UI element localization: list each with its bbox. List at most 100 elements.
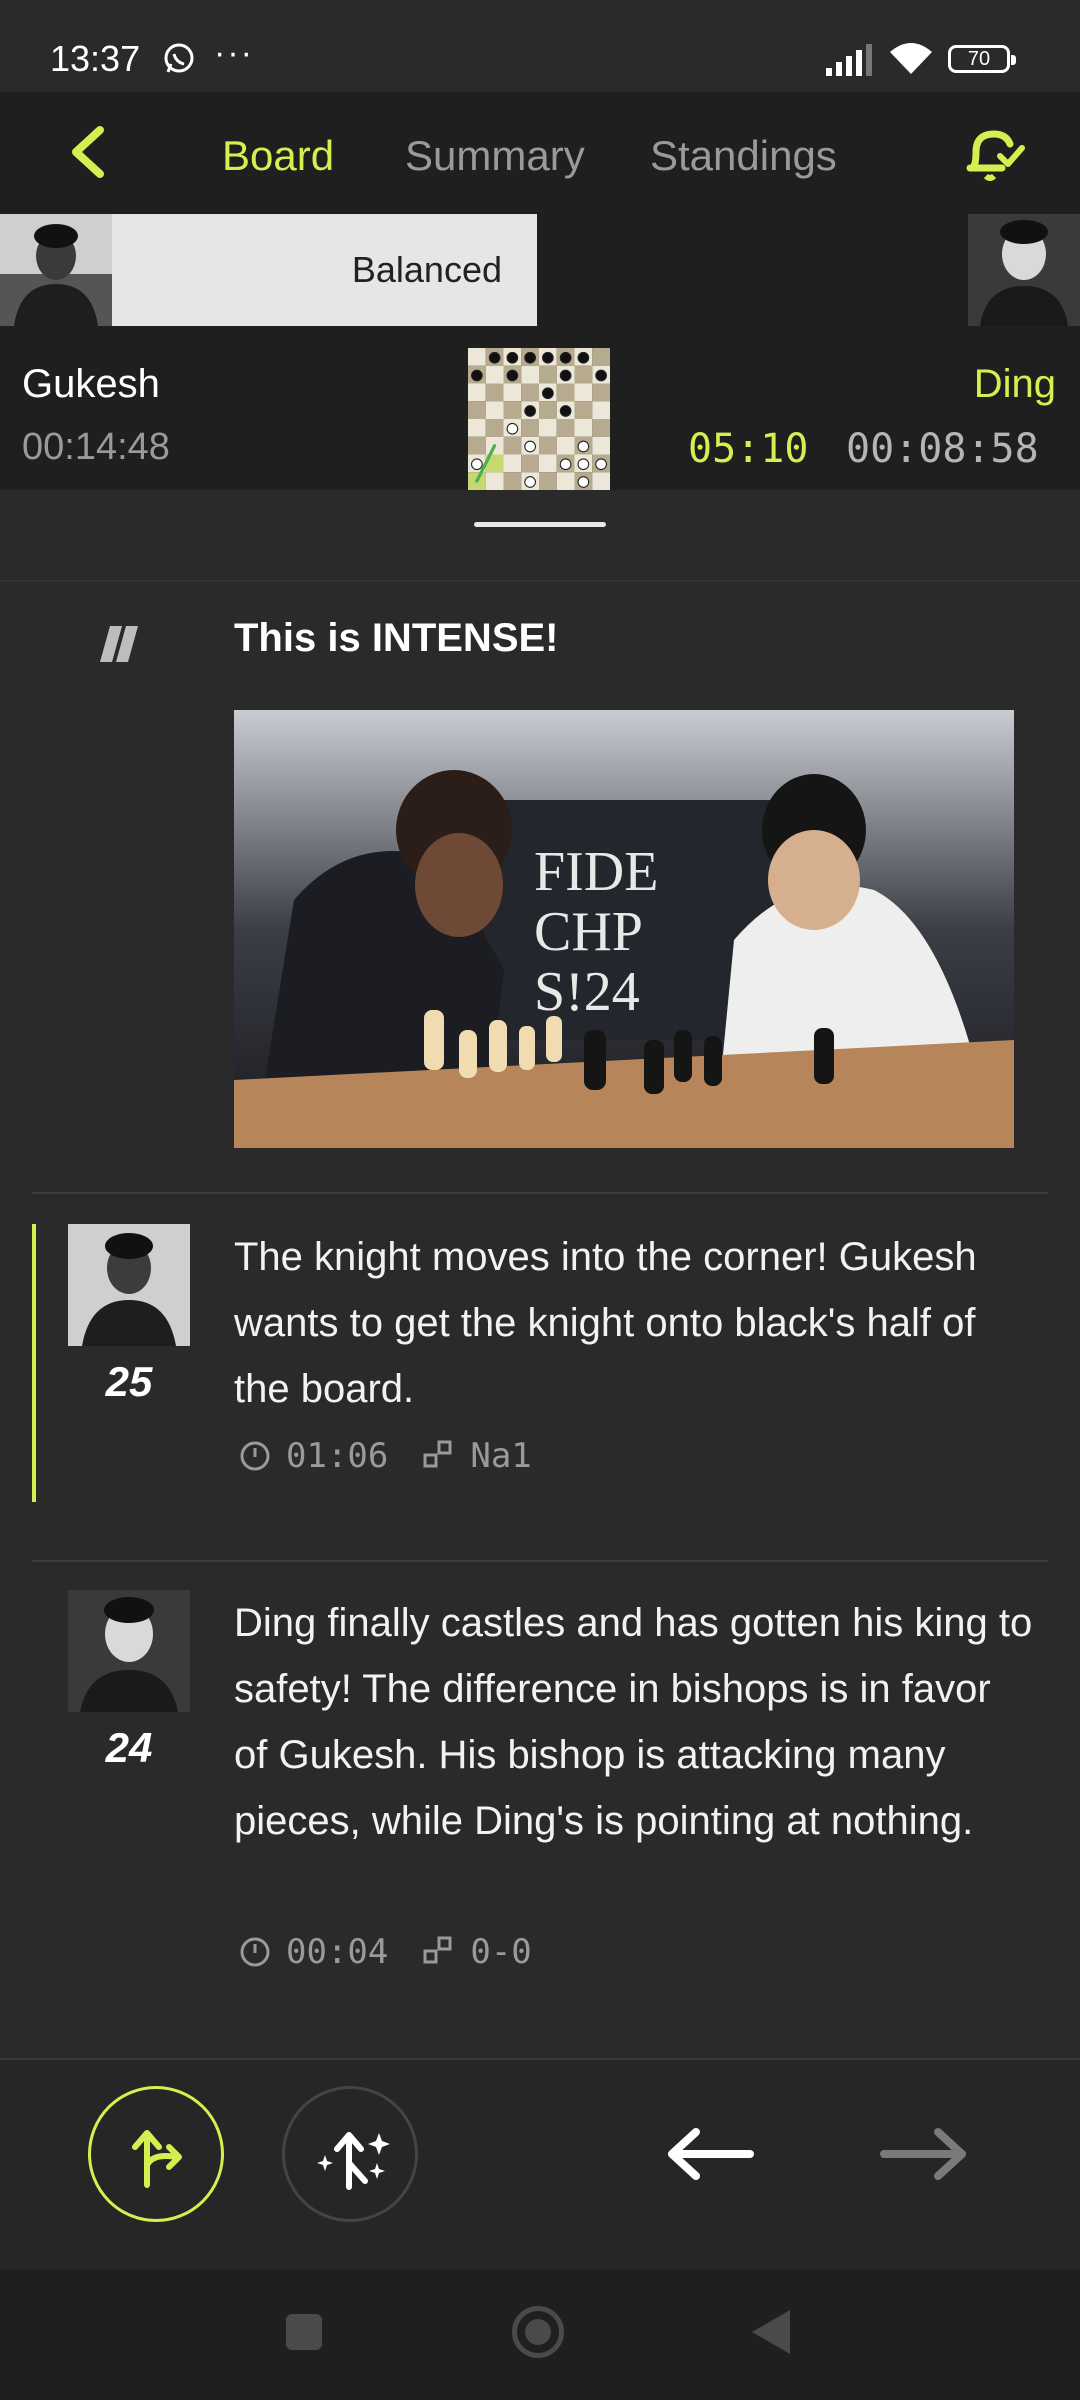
tab-summary[interactable]: Summary	[405, 132, 585, 180]
board-square	[539, 472, 557, 490]
chess-piece	[577, 458, 590, 471]
comment-meta: 01:06 Na1	[238, 1436, 532, 1476]
chess-piece	[559, 458, 572, 471]
highlight-post: This is INTENSE! FIDE CHP S!24	[0, 584, 1080, 1194]
clock-icon	[240, 1937, 270, 1967]
board-square	[592, 419, 610, 437]
board-square	[574, 365, 593, 384]
evaluation-label: Balanced	[351, 249, 502, 290]
highlight-title: This is INTENSE!	[234, 616, 559, 660]
arrow-left-icon[interactable]	[660, 2122, 760, 2186]
board-square	[468, 436, 486, 455]
board-square	[521, 454, 539, 473]
board-square	[539, 419, 557, 437]
comment-card[interactable]: 25 The knight moves into the corner! Guk…	[0, 1194, 1080, 1560]
selected-indicator	[32, 1224, 36, 1502]
svg-text:CHP: CHP	[534, 901, 643, 963]
board-square	[592, 348, 610, 366]
move-number: 24	[105, 1724, 153, 1771]
comment-text: Ding finally castles and has gotten his …	[234, 1601, 1033, 1843]
chess-piece	[542, 387, 554, 400]
commentary-feed[interactable]: This is INTENSE! FIDE CHP S!24 25 The kn…	[0, 584, 1080, 2056]
board-square	[592, 401, 610, 419]
chess-piece	[506, 351, 519, 364]
comment-move-notation: Na1	[470, 1436, 532, 1476]
chess-piece	[577, 440, 590, 453]
comment-avatar-ding	[68, 1590, 190, 1712]
arrow-right-icon[interactable]	[874, 2122, 974, 2186]
player-name-left: Gukesh	[22, 362, 160, 406]
home-button[interactable]	[512, 2306, 564, 2358]
whatsapp-icon	[164, 43, 194, 73]
board-square	[521, 383, 539, 402]
status-bar: 13:37 ··· 70	[0, 0, 1080, 92]
board-square	[503, 383, 522, 402]
board-square	[468, 383, 486, 402]
system-back-button[interactable]	[752, 2310, 790, 2354]
drag-handle[interactable]	[474, 522, 606, 527]
chess-piece	[524, 440, 536, 453]
chess-piece	[559, 351, 572, 364]
tab-board[interactable]: Board	[222, 132, 334, 180]
comment-card[interactable]: 24 Ding finally castles and has gotten h…	[0, 1562, 1080, 2056]
comment-meta: 00:04 0-0	[238, 1932, 532, 1972]
player-clock-left: 00:14:48	[22, 426, 170, 468]
player-avatar-ding	[968, 214, 1080, 326]
comment-text: The knight moves into the corner! Gukesh…	[234, 1235, 977, 1411]
chess-piece	[542, 351, 554, 364]
board-square	[592, 472, 610, 490]
board-square	[485, 365, 504, 384]
board-square	[556, 436, 575, 455]
board-square	[468, 401, 486, 419]
board-square	[468, 419, 486, 437]
board-square	[556, 383, 575, 402]
board-square	[574, 383, 593, 402]
player-avatar-gukesh	[0, 214, 112, 326]
back-chevron-icon[interactable]	[60, 122, 120, 182]
svg-text:S!24: S!24	[534, 961, 640, 1023]
player-clock-right: 00:08:58	[846, 426, 1039, 472]
chess-piece	[506, 422, 519, 435]
evaluation-bar: Balanced	[0, 214, 1080, 326]
quote-icon	[100, 626, 138, 662]
board-square	[539, 436, 557, 455]
board-square	[468, 348, 486, 366]
match-photo[interactable]: FIDE CHP S!24	[234, 710, 1014, 1148]
player-name-right: Ding	[973, 362, 1056, 406]
variations-button[interactable]	[88, 2086, 224, 2222]
board-square	[503, 401, 522, 419]
status-more-dots: ···	[214, 34, 254, 72]
chess-piece	[595, 458, 607, 471]
board-square	[574, 419, 593, 437]
board-square	[556, 419, 575, 437]
clock-icon	[240, 1441, 270, 1471]
move-squares-icon	[423, 1440, 452, 1468]
engine-analysis-button[interactable]	[282, 2086, 418, 2222]
board-square	[539, 365, 557, 384]
chess-piece	[471, 369, 483, 382]
chess-piece	[595, 369, 607, 382]
board-square	[539, 401, 557, 419]
chess-piece	[471, 458, 483, 471]
recent-apps-button[interactable]	[286, 2314, 322, 2350]
engine-sparkle-icon	[317, 2132, 390, 2190]
drag-handle-area[interactable]	[0, 490, 1080, 582]
notification-bell-check-icon[interactable]	[962, 122, 1026, 186]
chess-piece	[524, 476, 536, 488]
comment-move-notation: 0-0	[470, 1932, 532, 1972]
board-square	[521, 419, 539, 437]
board-square	[556, 472, 575, 490]
top-navigation: Board Summary Standings	[0, 92, 1080, 214]
board-square	[503, 472, 522, 490]
move-squares-icon	[423, 1936, 452, 1964]
players-row: Gukesh 00:14:48 Ding 05:10 00:08:58	[0, 326, 1080, 490]
board-square	[539, 454, 557, 473]
mini-chessboard[interactable]	[468, 348, 610, 490]
board-square	[485, 401, 504, 419]
variations-icon	[132, 2130, 182, 2188]
system-navigation-bar	[0, 2270, 1080, 2400]
signal-icon	[826, 44, 872, 76]
chess-piece	[488, 351, 501, 364]
board-square	[521, 365, 539, 384]
tab-standings[interactable]: Standings	[650, 132, 837, 180]
